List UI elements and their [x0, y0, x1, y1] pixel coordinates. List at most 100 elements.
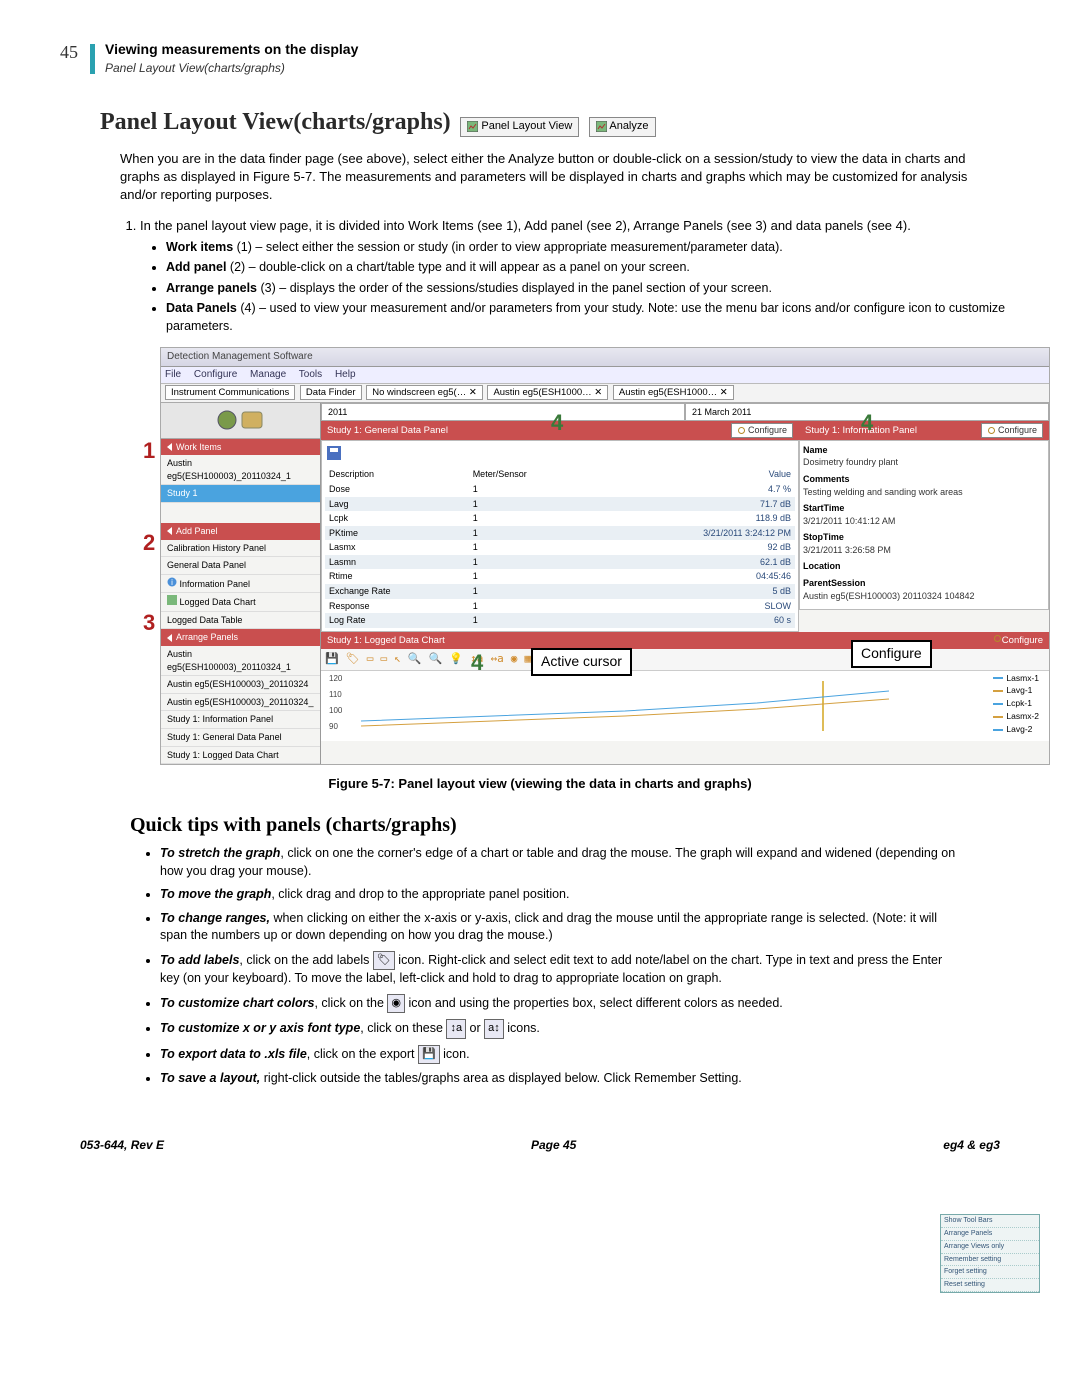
tip-move: To move the graph, click drag and drop t…: [160, 886, 960, 904]
add-panel-item[interactable]: Calibration History Panel: [161, 540, 320, 558]
arrange-item[interactable]: Study 1: General Data Panel: [161, 729, 320, 747]
panel-row-top: Study 1: General Data Panel Configure De…: [321, 421, 1049, 632]
toolbar-rect-icon[interactable]: ▭: [367, 652, 374, 665]
toolbar-color-icon[interactable]: ◉: [511, 652, 518, 665]
collapse-arrow-icon: [167, 443, 172, 451]
collapse-arrow-icon: [167, 527, 172, 535]
context-item[interactable]: Arrange Views only: [941, 1241, 1039, 1254]
chart-legend: Lasmx-1 Lavg-1 Lcpk-1 Lasmx-2 Lavg-2: [993, 673, 1039, 737]
configure-button[interactable]: Configure: [981, 423, 1043, 438]
arrange-item[interactable]: Study 1: Information Panel: [161, 711, 320, 729]
figure-caption: Figure 5-7: Panel layout view (viewing t…: [60, 775, 1020, 793]
page-footer: 053-644, Rev E Page 45 eg4 & eg3: [60, 1137, 1020, 1154]
tip-stretch: To stretch the graph, click on one the c…: [160, 845, 960, 880]
table-row: Response1SLOW: [325, 599, 795, 614]
date-row: 2011 21 March 2011: [321, 403, 1049, 422]
gear-icon: [987, 426, 996, 435]
information-panel: Study 1: Information Panel Configure Nam…: [799, 421, 1049, 632]
save-icon-row: [325, 444, 795, 468]
svg-text:i: i: [171, 578, 173, 587]
context-item[interactable]: Remember setting: [941, 1254, 1039, 1267]
info-panel-header: Study 1: Information Panel Configure: [799, 421, 1049, 440]
tab-bar[interactable]: Instrument Communications Data Finder No…: [161, 384, 1049, 402]
toolbar-rect-icon[interactable]: ▭: [380, 652, 387, 665]
tab[interactable]: Instrument Communications: [165, 385, 295, 400]
table-row: Lavg171.7 dB: [325, 497, 795, 512]
tab[interactable]: Data Finder: [300, 385, 362, 400]
info-icon: i: [167, 577, 177, 587]
arrange-panels-header[interactable]: Arrange Panels: [161, 629, 320, 646]
add-panel-header[interactable]: Add Panel: [161, 523, 320, 540]
app-screenshot: Detection Management Software File Confi…: [160, 347, 1050, 765]
save-icon[interactable]: [327, 446, 341, 460]
menu-configure[interactable]: Configure: [194, 369, 237, 380]
tip-colors: To customize chart colors, click on the …: [160, 994, 960, 1013]
menu-manage[interactable]: Manage: [250, 369, 286, 380]
toolbar-zoom-icon[interactable]: 🔍: [408, 652, 422, 665]
arrange-item[interactable]: Austin eg5(ESH100003)_20110324: [161, 676, 320, 694]
marker-1: 1: [143, 436, 155, 467]
add-panel-item[interactable]: General Data Panel: [161, 557, 320, 575]
intro-paragraph: When you are in the data finder page (se…: [120, 150, 980, 205]
app-body: Work Items Austin eg5(ESH100003)_2011032…: [161, 403, 1049, 765]
context-item[interactable]: Show Tool Bars: [941, 1215, 1039, 1228]
list-lead-text: In the panel layout view page, it is div…: [140, 218, 911, 233]
work-items-header[interactable]: Work Items: [161, 439, 320, 456]
chart-icon: [596, 121, 607, 132]
table-row: Lcpk1118.9 dB: [325, 511, 795, 526]
table-row: Lasmn162.1 dB: [325, 555, 795, 570]
work-item[interactable]: Austin eg5(ESH100003)_20110324_1: [161, 455, 320, 485]
sidebar-logo-area: [161, 403, 320, 439]
footer-center: Page 45: [531, 1137, 576, 1154]
sub-item: Arrange panels (3) – displays the order …: [166, 280, 1020, 298]
menu-file[interactable]: File: [165, 369, 181, 380]
device-icon: [238, 409, 266, 431]
arrange-item[interactable]: Study 1: Logged Data Chart: [161, 747, 320, 765]
toolbar-tip-icon[interactable]: 💡: [449, 652, 463, 665]
date-year: 2011: [321, 403, 685, 422]
tab[interactable]: Austin eg5(ESH1000… ✕: [487, 385, 608, 400]
chart-area[interactable]: 120 110 100 90 Lasmx-1 Lavg-1: [321, 671, 1049, 741]
chart-plot: [361, 681, 889, 731]
work-item-selected[interactable]: Study 1: [161, 485, 320, 503]
toolbar-save-icon[interactable]: 💾: [325, 652, 339, 665]
context-item[interactable]: Forget setting: [941, 1266, 1039, 1279]
toolbar-label-icon[interactable]: 🏷: [346, 652, 360, 665]
page-header: 45 Viewing measurements on the display P…: [60, 40, 1020, 76]
configure-button[interactable]: Configure: [731, 423, 793, 438]
title-row: Panel Layout View(charts/graphs) Panel L…: [60, 96, 1020, 140]
home-icon: [216, 409, 238, 431]
info-row: StartTime3/21/2011 10:41:12 AM: [803, 502, 1045, 527]
context-item[interactable]: Reset setting: [941, 1279, 1039, 1292]
axis-x-font-icon: a↕: [484, 1019, 504, 1038]
add-panel-item[interactable]: Logged Data Table: [161, 612, 320, 630]
configure-button[interactable]: Configure: [993, 634, 1043, 647]
info-row: Location: [803, 560, 1045, 573]
tip-save: To save a layout, right-click outside th…: [160, 1070, 960, 1088]
add-panel-item[interactable]: i Information Panel: [161, 575, 320, 594]
header-text: Viewing measurements on the display Pane…: [105, 40, 358, 76]
sub-item: Work items (1) – select either the sessi…: [166, 239, 1020, 257]
marker-4: 4: [861, 408, 873, 439]
tab[interactable]: Austin eg5(ESH1000… ✕: [613, 385, 734, 400]
context-item[interactable]: Arrange Panels: [941, 1228, 1039, 1241]
tab[interactable]: No windscreen eg5(… ✕: [366, 385, 483, 400]
info-row: ParentSessionAustin eg5(ESH100003) 20110…: [803, 577, 1045, 602]
arrange-item[interactable]: Austin eg5(ESH100003)_20110324_: [161, 694, 320, 712]
menu-tools[interactable]: Tools: [299, 369, 322, 380]
y-tick: 120: [329, 673, 342, 684]
y-tick: 100: [329, 705, 342, 716]
arrange-item[interactable]: Austin eg5(ESH100003)_20110324_1: [161, 646, 320, 676]
toolbar-zoom-icon[interactable]: 🔍: [429, 652, 443, 665]
panel-title: Study 1: General Data Panel: [327, 424, 448, 437]
toolbar-axis-font-icon[interactable]: ↔a: [490, 652, 503, 665]
general-data-panel: Study 1: General Data Panel Configure De…: [321, 421, 799, 632]
toolbar-cursor-icon[interactable]: ↖: [394, 652, 401, 665]
marker-3: 3: [143, 608, 155, 639]
menu-bar[interactable]: File Configure Manage Tools Help: [161, 367, 1049, 384]
chart-toolbar[interactable]: 💾 🏷 ▭ ▭ ↖ 🔍 🔍 💡 ↕a ↔a ◉ ▦ ↔ ↕: [321, 649, 1049, 670]
table-row: PKtime13/21/2011 3:24:12 PM: [325, 526, 795, 541]
add-panel-item[interactable]: Logged Data Chart: [161, 593, 320, 612]
menu-help[interactable]: Help: [335, 369, 356, 380]
main-panels: 2011 21 March 2011 Study 1: General Data…: [321, 403, 1049, 765]
